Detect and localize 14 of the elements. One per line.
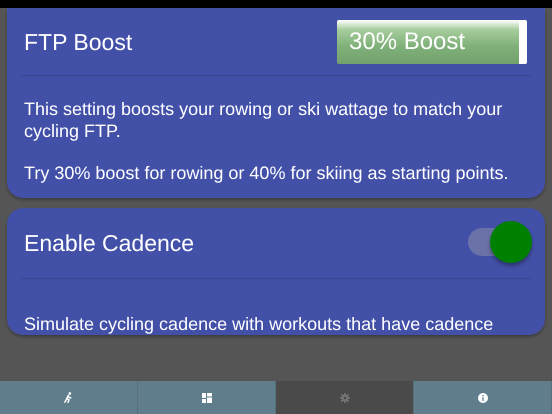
- dashboard-icon: [202, 392, 212, 402]
- description-text: This setting boosts your rowing or ski wattage to match your cycling FTP.: [24, 98, 504, 142]
- boost-dropdown[interactable]: 30% Boost: [337, 20, 527, 64]
- setting-title: Enable Cadence: [24, 230, 194, 256]
- info-icon: [478, 392, 488, 402]
- tab-button[interactable]: [276, 381, 414, 414]
- setting-title: FTP Boost: [24, 28, 132, 56]
- settings-icon: [340, 392, 350, 402]
- tab-button[interactable]: [138, 381, 276, 414]
- runner-icon: [63, 392, 74, 403]
- tab-button[interactable]: [414, 381, 552, 414]
- description-text: Simulate cycling cadence with workouts that have cadence: [24, 313, 494, 335]
- description-text: Try 30% boost for rowing or 40% for skiing as starting points.: [24, 162, 510, 184]
- tab-button[interactable]: [0, 381, 138, 414]
